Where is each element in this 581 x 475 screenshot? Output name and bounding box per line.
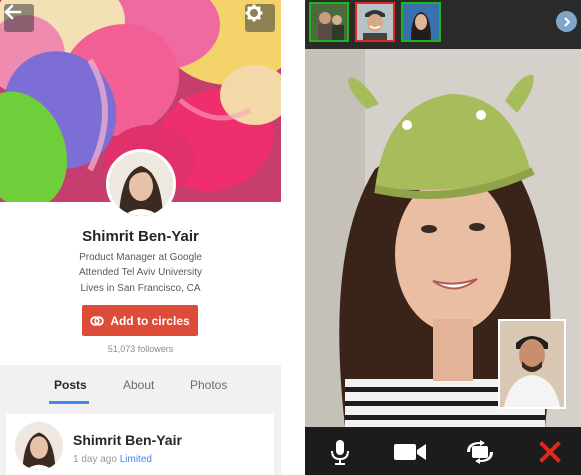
avatar-portrait bbox=[109, 152, 173, 216]
tab-about[interactable]: About bbox=[123, 378, 154, 392]
settings-button[interactable] bbox=[245, 4, 275, 32]
microphone-icon bbox=[331, 440, 349, 465]
self-view-frame bbox=[500, 321, 564, 407]
post-visibility[interactable]: Limited bbox=[120, 454, 152, 465]
participant-photo bbox=[311, 4, 347, 40]
profile-info: Shimrit Ben-Yair Product Manager at Goog… bbox=[0, 202, 281, 365]
tab-posts[interactable]: Posts bbox=[54, 378, 87, 392]
participant-photo bbox=[357, 4, 393, 40]
profile-screen: Shimrit Ben-Yair Product Manager at Goog… bbox=[0, 0, 281, 475]
post-meta: 1 day ago Limited bbox=[73, 454, 152, 465]
end-call-icon bbox=[539, 441, 561, 463]
avatar bbox=[106, 149, 176, 219]
call-controls bbox=[305, 427, 581, 475]
participant-thumbnail[interactable] bbox=[401, 2, 441, 42]
active-tab-indicator bbox=[49, 401, 89, 404]
end-call-button[interactable] bbox=[537, 439, 563, 465]
video-camera-icon bbox=[394, 444, 426, 460]
tab-photos[interactable]: Photos bbox=[190, 378, 227, 392]
post-avatar-portrait bbox=[15, 422, 63, 470]
mute-button[interactable] bbox=[327, 439, 353, 465]
add-to-circles-button[interactable]: Add to circles bbox=[82, 305, 198, 336]
participant-photo bbox=[403, 4, 439, 40]
post-card[interactable]: Shimrit Ben-Yair 1 day ago Limited bbox=[6, 414, 274, 475]
participant-thumbnail[interactable] bbox=[309, 2, 349, 42]
education: Attended Tel Aviv University bbox=[78, 267, 203, 278]
job-title: Product Manager at Google bbox=[79, 252, 202, 263]
profile-name: Shimrit Ben-Yair bbox=[82, 228, 199, 245]
next-participants-button[interactable] bbox=[556, 11, 577, 32]
switch-camera-icon bbox=[467, 440, 493, 464]
hangout-screen bbox=[305, 0, 581, 475]
back-arrow-icon bbox=[4, 4, 22, 20]
self-view-video[interactable] bbox=[498, 319, 566, 409]
participant-thumbnail[interactable] bbox=[355, 2, 395, 42]
participant-filmstrip bbox=[305, 0, 581, 49]
post-author: Shimrit Ben-Yair bbox=[73, 432, 182, 448]
video-toggle-button[interactable] bbox=[391, 439, 429, 465]
location: Lives in San Francisco, CA bbox=[80, 283, 201, 294]
chevron-right-icon bbox=[563, 16, 570, 27]
add-to-circles-label: Add to circles bbox=[110, 313, 190, 328]
post-time: 1 day ago bbox=[73, 454, 117, 465]
switch-camera-button[interactable] bbox=[462, 439, 498, 465]
circles-icon bbox=[90, 315, 105, 326]
post-avatar bbox=[15, 422, 63, 470]
followers-count: 51,073 followers bbox=[107, 344, 174, 354]
profile-tabs: Posts About Photos bbox=[0, 365, 281, 405]
back-button[interactable] bbox=[4, 4, 34, 32]
gear-icon bbox=[245, 4, 263, 22]
